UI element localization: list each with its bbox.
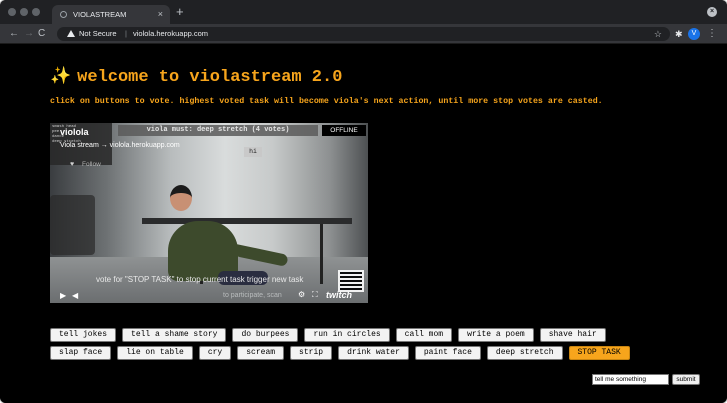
warning-triangle-icon bbox=[67, 30, 75, 37]
vote-button-paint-face[interactable]: paint face bbox=[414, 346, 481, 360]
play-icon[interactable]: ▶ bbox=[60, 291, 66, 300]
vote-buttons-row-2: slap face lie on table cry scream strip … bbox=[50, 346, 630, 360]
submit-button[interactable]: submit bbox=[672, 374, 700, 385]
chat-bubble: hi bbox=[244, 147, 262, 157]
profile-avatar[interactable]: V bbox=[688, 28, 700, 40]
page-content: ✨ welcome to violastream 2.0 click on but… bbox=[0, 45, 727, 403]
bookmark-star-icon[interactable]: ☆ bbox=[654, 27, 662, 41]
close-tab-icon[interactable]: × bbox=[158, 5, 163, 24]
window-zoom-dot[interactable] bbox=[32, 8, 40, 16]
participate-hint-text: to participate, scan bbox=[223, 292, 282, 299]
browser-toolbar: ← → C Not Secure | violola.herokuapp.com… bbox=[0, 24, 727, 44]
browser-menu-icon[interactable]: ⋮ bbox=[707, 24, 717, 44]
video-background-chairs bbox=[50, 195, 95, 255]
vote-button-run-in-circles[interactable]: run in circles bbox=[304, 328, 390, 342]
tab-violastream[interactable]: VIOLASTREAM × bbox=[52, 5, 170, 24]
fullscreen-icon[interactable]: ⛶ bbox=[312, 290, 318, 300]
tab-title: VIOLASTREAM bbox=[73, 10, 127, 19]
vote-button-tell-jokes[interactable]: tell jokes bbox=[50, 328, 117, 342]
twitch-video-player[interactable]: smash head pee dance deep stretch violol… bbox=[50, 123, 368, 303]
vote-button-slap-face[interactable]: slap face bbox=[50, 346, 112, 360]
vote-button-deep-stretch[interactable]: deep stretch bbox=[486, 346, 563, 360]
new-tab-button[interactable]: + bbox=[176, 4, 184, 20]
address-separator: | bbox=[125, 29, 127, 38]
browser-window: VIOLASTREAM × + × ← → C Not Secure | vio… bbox=[0, 0, 727, 403]
qr-code bbox=[338, 270, 364, 292]
page-title: ✨ welcome to violastream 2.0 bbox=[50, 66, 342, 87]
video-table-leg bbox=[320, 224, 323, 284]
security-label[interactable]: Not Secure bbox=[79, 27, 117, 41]
gear-icon[interactable]: ⚙ bbox=[298, 290, 305, 299]
stream-title[interactable]: Viola stream → violola.herokuapp.com bbox=[60, 142, 180, 149]
sparkles-icon: ✨ bbox=[50, 68, 72, 87]
stop-task-button[interactable]: STOP TASK bbox=[568, 346, 630, 360]
vote-button-call-mom[interactable]: call mom bbox=[395, 328, 453, 342]
vote-button-tell-a-shame-story[interactable]: tell a shame story bbox=[122, 328, 227, 342]
window-close-dot[interactable] bbox=[8, 8, 16, 16]
address-bar[interactable]: Not Secure | violola.herokuapp.com ☆ bbox=[57, 27, 670, 41]
current-task-banner: viola must: deep stretch (4 votes) bbox=[118, 125, 318, 136]
back-arrow-icon[interactable]: ← bbox=[9, 24, 19, 44]
close-window-icon[interactable]: × bbox=[707, 7, 717, 17]
vote-button-scream[interactable]: scream bbox=[237, 346, 285, 360]
stream-status-badge: OFFLINE bbox=[322, 125, 366, 136]
video-person-head bbox=[170, 185, 192, 211]
vote-buttons-row-1: tell jokes tell a shame story do burpees… bbox=[50, 328, 606, 342]
suggest-task-input[interactable] bbox=[592, 374, 669, 385]
channel-name[interactable]: violola bbox=[60, 127, 89, 137]
vote-hint-text: vote for "STOP TASK" to stop current tas… bbox=[96, 275, 304, 284]
page-title-text: welcome to violastream 2.0 bbox=[77, 68, 343, 87]
globe-icon bbox=[60, 11, 67, 18]
vote-button-cry[interactable]: cry bbox=[198, 346, 232, 360]
heart-icon[interactable]: ♥ bbox=[70, 161, 74, 168]
follow-button[interactable]: Follow bbox=[82, 161, 101, 168]
vote-button-write-a-poem[interactable]: write a poem bbox=[458, 328, 534, 342]
instructions-text: click on buttons to vote. highest voted … bbox=[50, 97, 603, 106]
window-minimize-dot[interactable] bbox=[20, 8, 28, 16]
volume-icon[interactable]: ◀ bbox=[72, 291, 78, 300]
tab-strip: VIOLASTREAM × + × bbox=[0, 0, 727, 24]
vote-button-drink-water[interactable]: drink water bbox=[338, 346, 409, 360]
vote-button-lie-on-table[interactable]: lie on table bbox=[117, 346, 193, 360]
reload-icon[interactable]: C bbox=[38, 24, 45, 44]
forward-arrow-icon[interactable]: → bbox=[24, 24, 34, 44]
extensions-puzzle-icon[interactable]: ✱ bbox=[675, 28, 683, 40]
twitch-logo[interactable]: twitch bbox=[326, 290, 352, 300]
vote-button-shave-hair[interactable]: shave hair bbox=[539, 328, 606, 342]
vote-button-do-burpees[interactable]: do burpees bbox=[232, 328, 299, 342]
url-text[interactable]: violola.herokuapp.com bbox=[133, 27, 208, 41]
vote-button-strip[interactable]: strip bbox=[290, 346, 333, 360]
